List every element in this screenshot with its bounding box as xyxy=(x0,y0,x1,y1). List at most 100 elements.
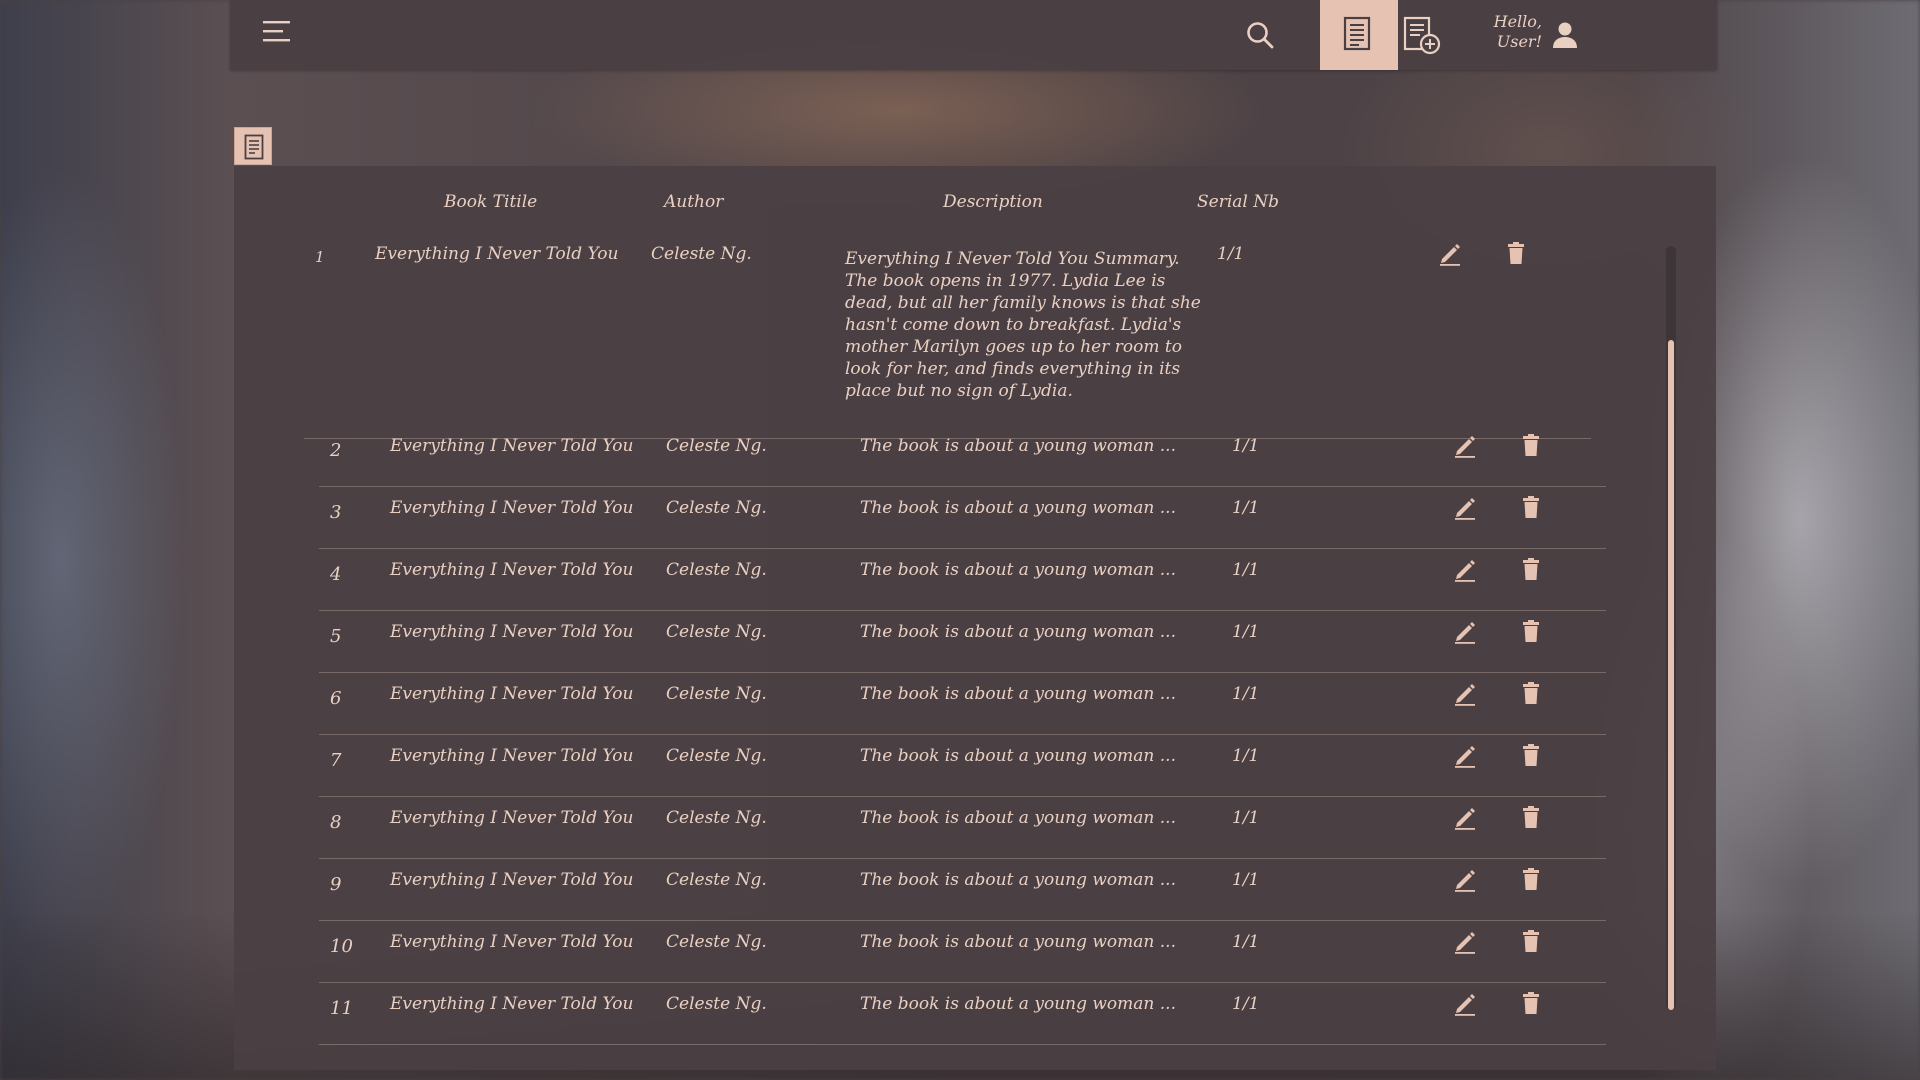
edit-button[interactable] xyxy=(1452,928,1478,954)
edit-button[interactable] xyxy=(1452,494,1478,520)
row-description: The book is about a young woman ... xyxy=(860,436,1176,456)
row-divider xyxy=(319,796,1606,797)
row-author: Celeste Ng. xyxy=(666,932,767,952)
row-divider xyxy=(319,982,1606,983)
row-serial: 1/1 xyxy=(1232,808,1260,828)
user-greeting: Hello, User! xyxy=(1482,12,1542,52)
row-title: Everything I Never Told You xyxy=(390,622,634,642)
row-divider xyxy=(319,858,1606,859)
add-document-icon xyxy=(1403,16,1441,55)
trash-icon xyxy=(1508,242,1524,264)
document-list-icon xyxy=(1343,16,1371,51)
row-index: 4 xyxy=(330,564,342,585)
row-author: Celeste Ng. xyxy=(666,498,767,518)
edit-button[interactable] xyxy=(1437,240,1463,266)
row-serial: 1/1 xyxy=(1232,622,1260,642)
delete-button[interactable] xyxy=(1518,432,1544,458)
row-author: Celeste Ng. xyxy=(666,746,767,766)
row-index: 8 xyxy=(330,812,342,833)
add-book-nav-button[interactable] xyxy=(1402,16,1442,56)
row-title: Everything I Never Told You xyxy=(390,684,634,704)
row-index: 10 xyxy=(330,936,353,957)
delete-button[interactable] xyxy=(1518,866,1544,892)
row-description: The book is about a young woman ... xyxy=(860,870,1176,890)
delete-button[interactable] xyxy=(1518,928,1544,954)
pencil-icon xyxy=(1455,808,1475,830)
search-button[interactable] xyxy=(1245,20,1275,50)
row-serial: 1/1 xyxy=(1232,870,1260,890)
row-description: The book is about a young woman ... xyxy=(860,932,1176,952)
delete-button[interactable] xyxy=(1518,990,1544,1016)
pencil-icon xyxy=(1455,622,1475,644)
trash-icon xyxy=(1523,744,1539,766)
row-serial: 1/1 xyxy=(1232,436,1260,456)
edit-button[interactable] xyxy=(1452,742,1478,768)
trash-icon xyxy=(1523,682,1539,704)
row-author: Celeste Ng. xyxy=(666,436,767,456)
edit-button[interactable] xyxy=(1452,990,1478,1016)
pencil-icon xyxy=(1455,994,1475,1016)
hamburger-menu-icon xyxy=(263,21,290,42)
delete-button[interactable] xyxy=(1518,618,1544,644)
row-divider xyxy=(319,672,1606,673)
trash-icon xyxy=(1523,806,1539,828)
edit-button[interactable] xyxy=(1452,866,1478,892)
row-serial: 1/1 xyxy=(1232,560,1260,580)
row-description: The book is about a young woman ... xyxy=(860,560,1176,580)
row-title: Everything I Never Told You xyxy=(390,808,634,828)
books-list-nav-button[interactable] xyxy=(1320,0,1398,70)
row-serial: 1/1 xyxy=(1217,244,1245,264)
delete-button[interactable] xyxy=(1518,556,1544,582)
row-serial: 1/1 xyxy=(1232,684,1260,704)
row-divider xyxy=(319,734,1606,735)
scrollbar-thumb[interactable] xyxy=(1668,340,1674,1010)
row-description: Everything I Never Told You Summary. The… xyxy=(845,249,1201,401)
row-divider xyxy=(319,548,1606,549)
row-description: The book is about a young woman ... xyxy=(860,498,1176,518)
pencil-icon xyxy=(1455,870,1475,892)
edit-button[interactable] xyxy=(1452,556,1478,582)
row-index: 5 xyxy=(330,626,342,647)
row-index: 3 xyxy=(330,502,342,523)
row-title: Everything I Never Told You xyxy=(390,436,634,456)
trash-icon xyxy=(1523,930,1539,952)
delete-button[interactable] xyxy=(1518,680,1544,706)
column-header-serial: Serial Nb xyxy=(1197,192,1280,212)
user-profile-button[interactable] xyxy=(1550,20,1580,50)
delete-button[interactable] xyxy=(1518,804,1544,830)
pencil-icon xyxy=(1455,436,1475,458)
document-list-icon xyxy=(244,134,264,160)
pencil-icon xyxy=(1455,560,1475,582)
row-title: Everything I Never Told You xyxy=(390,932,634,952)
delete-button[interactable] xyxy=(1503,240,1529,266)
edit-button[interactable] xyxy=(1452,432,1478,458)
books-table-panel: Book Titile Author Description Serial Nb… xyxy=(234,166,1716,1070)
row-description: The book is about a young woman ... xyxy=(860,684,1176,704)
row-index: 9 xyxy=(330,874,342,895)
panel-tab[interactable] xyxy=(234,127,272,165)
edit-button[interactable] xyxy=(1452,804,1478,830)
trash-icon xyxy=(1523,496,1539,518)
greeting-line-2: User! xyxy=(1496,32,1542,51)
person-icon xyxy=(1553,22,1577,48)
row-title: Everything I Never Told You xyxy=(390,994,634,1014)
column-header-title: Book Titile xyxy=(444,192,538,212)
row-author: Celeste Ng. xyxy=(666,560,767,580)
row-title: Everything I Never Told You xyxy=(390,746,634,766)
trash-icon xyxy=(1523,434,1539,456)
column-header-author: Author xyxy=(664,192,724,212)
row-description: The book is about a young woman ... xyxy=(860,622,1176,642)
edit-button[interactable] xyxy=(1452,680,1478,706)
trash-icon xyxy=(1523,992,1539,1014)
row-serial: 1/1 xyxy=(1232,498,1260,518)
edit-button[interactable] xyxy=(1452,618,1478,644)
row-author: Celeste Ng. xyxy=(666,870,767,890)
row-title: Everything I Never Told You xyxy=(390,560,634,580)
delete-button[interactable] xyxy=(1518,494,1544,520)
hamburger-menu-button[interactable] xyxy=(262,18,292,46)
row-serial: 1/1 xyxy=(1232,994,1260,1014)
delete-button[interactable] xyxy=(1518,742,1544,768)
row-author: Celeste Ng. xyxy=(666,684,767,704)
row-index: 11 xyxy=(330,998,353,1019)
pencil-icon xyxy=(1440,244,1460,266)
